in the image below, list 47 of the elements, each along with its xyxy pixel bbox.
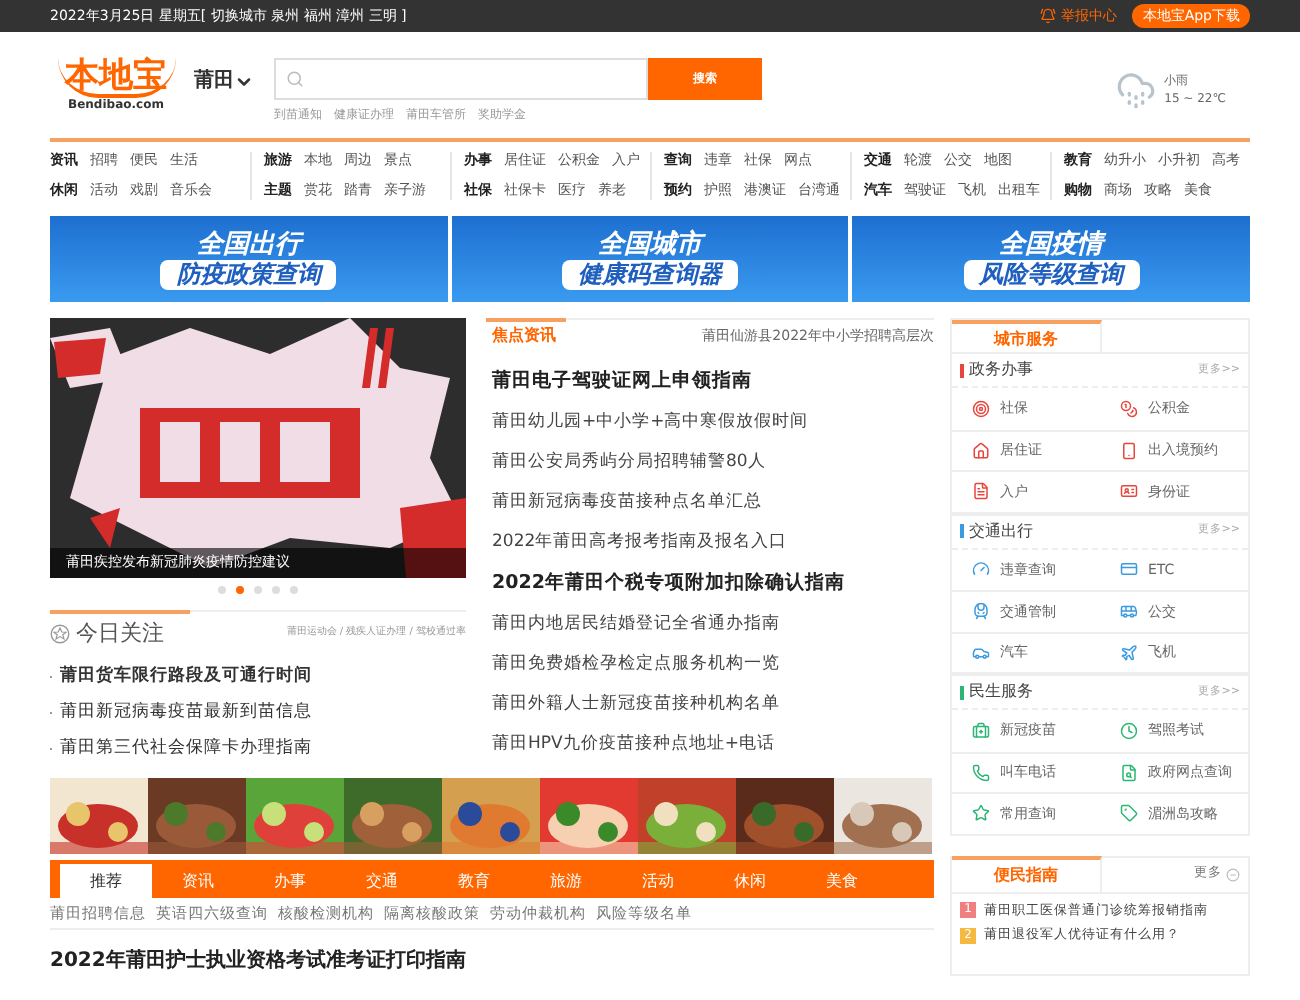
section-title: 民生服务 [969,680,1033,704]
house-icon [972,441,990,460]
coins-icon [1120,399,1138,418]
star-circle-icon [50,624,70,644]
bus-icon [1120,602,1138,621]
tag-icon [1120,804,1138,823]
card-icon [1120,560,1138,579]
headline-link[interactable]: 2022年莆田个税专项附加扣除确认指南 [486,562,934,604]
banner[interactable]: 全国城市 健康码查询器 [451,216,849,302]
clock-icon [1120,721,1138,740]
news-link[interactable]: 莆田外籍人士新冠疫苗接种机构名单 [486,684,934,724]
star-icon [972,804,990,823]
news-link[interactable]: 莆田第三代社会保障卡办理指南 [60,736,312,760]
news-link[interactable]: 莆田新冠病毒疫苗最新到苗信息 [60,700,312,724]
news-link[interactable]: 莆田新冠病毒疫苗接种点名单汇总 [486,482,934,522]
section-title: 政务办事 [969,358,1033,382]
news-link[interactable]: 莆田免费婚检孕检定点服务机构一览 [486,644,934,684]
banner[interactable]: 全国出行 防疫政策查询 [50,216,448,302]
phone-icon [972,763,990,782]
news-link[interactable]: 莆田内地居民结婚登记全省通办指南 [486,604,934,644]
target-icon [972,399,990,418]
banner[interactable]: 全国疫情 风险等级查询 [852,216,1251,302]
search-field[interactable] [274,58,648,100]
plane-icon [1120,643,1138,662]
train-icon [972,602,990,621]
id-card-icon [1120,482,1138,501]
news-link[interactable]: 莆田HPV九价疫苗接种点地址+电话 [486,724,934,764]
medical-kit-icon [972,721,990,740]
circle-icon [1226,867,1240,881]
news-link[interactable]: 莆田公安局秀屿分局招聘辅警80人 [486,442,934,482]
file-search-icon [1120,763,1138,782]
document-icon [972,482,990,501]
news-link[interactable]: 莆田幼儿园+中小学+高中寒假放假时间 [486,402,934,442]
news-link[interactable]: 2022年莆田高考报考指南及报名入口 [486,522,934,562]
section-title: 交通出行 [969,519,1033,543]
bell-icon [1040,8,1057,24]
gauge-icon [972,560,990,579]
headline-link[interactable]: 莆田电子驾驶证网上申领指南 [486,360,934,402]
headline-link[interactable]: 2022年莆田护士执业资格考试准考证打印指南 [50,946,934,976]
search-icon [286,70,304,88]
category-tab[interactable]: 推荐 [60,864,152,898]
car-icon [972,643,990,662]
section-title: 今日关注 [76,617,164,650]
news-link[interactable]: 莆田货车限行路段及可通行时间 [60,664,312,688]
rain-cloud-icon [1116,70,1157,110]
phone-icon [1120,441,1138,460]
city-selector[interactable]: 莆田 [194,66,254,96]
